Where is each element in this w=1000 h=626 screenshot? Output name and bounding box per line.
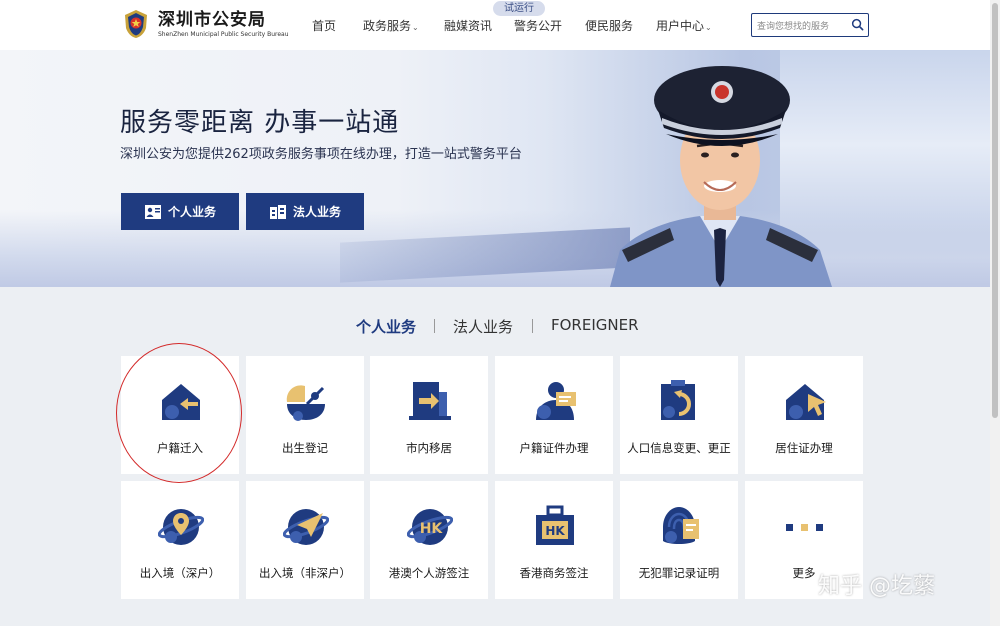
legal-business-button[interactable]: 法人业务 — [246, 193, 364, 230]
nav-user-center[interactable]: 用户中心⌄ — [656, 17, 712, 34]
service-label: 出生登记 — [282, 441, 328, 455]
service-label: 户籍迁入 — [157, 441, 203, 455]
person-card-icon — [536, 382, 576, 420]
logo-subtitle: ShenZhen Municipal Public Security Burea… — [158, 30, 289, 38]
service-card-birth-registration[interactable]: 出生登记 — [246, 356, 364, 474]
search-input[interactable] — [757, 16, 851, 38]
house-cursor-icon — [786, 384, 826, 420]
service-card-residence-permit[interactable]: 居住证办理 — [745, 356, 863, 474]
move-arrow-icon — [409, 382, 451, 420]
service-label: 居住证办理 — [775, 441, 833, 455]
search-box[interactable] — [751, 13, 869, 38]
service-card-city-relocation[interactable]: 市内移居 — [370, 356, 488, 474]
svg-text:HK: HK — [545, 524, 565, 538]
cradle-icon — [286, 385, 325, 421]
service-card-hk-business[interactable]: HK 香港商务签注 — [495, 481, 613, 599]
nav-convenience[interactable]: 便民服务 — [585, 17, 633, 34]
scrollbar-thumb[interactable] — [992, 3, 998, 418]
nav-media-news[interactable]: 融媒资讯 — [444, 17, 492, 34]
banner-subtitle: 深圳公安为您提供262项政务服务事项在线办理，打造一站式警务平台 — [120, 147, 522, 162]
personal-business-label: 个人业务 — [167, 205, 216, 219]
logo-title: 深圳市公安局 — [158, 9, 266, 30]
service-card-info-change[interactable]: 人口信息变更、更正 — [620, 356, 738, 474]
service-label: 户籍证件办理 — [519, 441, 589, 455]
legal-business-label: 法人业务 — [292, 205, 341, 219]
nav-home[interactable]: 首页 — [312, 17, 336, 34]
info-change-icon — [661, 380, 695, 420]
watermark-text: 知乎 @圪蘩 — [818, 574, 935, 599]
service-card-hukou-documents[interactable]: 户籍证件办理 — [495, 356, 613, 474]
id-card-icon — [144, 204, 161, 219]
service-label: 港澳个人游签注 — [388, 566, 470, 580]
building-icon — [269, 204, 286, 219]
globe-pin-icon — [158, 509, 204, 545]
nav-police-affairs[interactable]: 警务公开 — [514, 17, 562, 34]
search-icon[interactable] — [851, 18, 864, 31]
service-card-exit-entry-nonlocal[interactable]: 出入境（非深户） — [246, 481, 364, 599]
service-card-no-criminal-record[interactable]: 无犯罪记录证明 — [620, 481, 738, 599]
service-label: 人口信息变更、更正 — [627, 441, 731, 455]
police-officer-image — [610, 66, 832, 287]
beta-badge: 试运行 — [493, 1, 545, 16]
service-label: 出入境（非深户） — [259, 566, 351, 580]
service-card-hukou-in[interactable]: 户籍迁入 — [121, 356, 239, 474]
house-arrow-icon — [162, 384, 200, 420]
more-dots-icon — [786, 524, 823, 531]
service-label: 出入境（深户） — [139, 566, 221, 580]
service-card-hk-macau-tour[interactable]: HK 港澳个人游签注 — [370, 481, 488, 599]
nav-gov-services[interactable]: 政务服务⌄ — [363, 17, 419, 34]
tab-divider — [434, 319, 435, 333]
tab-divider — [532, 319, 533, 333]
site-header: 深圳市公安局 ShenZhen Municipal Public Securit… — [0, 0, 990, 50]
briefcase-hk-icon: HK — [536, 505, 574, 545]
svg-text:HK: HK — [420, 521, 444, 537]
banner-title: 服务零距离 办事一站通 — [120, 108, 400, 138]
tab-foreigner[interactable]: FOREIGNER — [551, 316, 639, 334]
tab-personal[interactable]: 个人业务 — [356, 316, 416, 337]
page-scrollbar[interactable] — [990, 0, 1000, 626]
tab-legal[interactable]: 法人业务 — [453, 316, 513, 337]
personal-business-button[interactable]: 个人业务 — [121, 193, 239, 230]
service-label: 无犯罪记录证明 — [638, 566, 720, 580]
site-logo[interactable]: 深圳市公安局 ShenZhen Municipal Public Securit… — [120, 8, 289, 40]
service-tabs: 个人业务 法人业务 FOREIGNER — [0, 316, 990, 336]
chevron-down-icon: ⌄ — [412, 23, 419, 32]
fingerprint-doc-icon — [663, 507, 699, 544]
service-card-exit-entry-local[interactable]: 出入境（深户） — [121, 481, 239, 599]
service-label: 香港商务签注 — [519, 566, 589, 580]
globe-plane-icon — [283, 509, 329, 545]
globe-hk-icon: HK — [407, 509, 453, 545]
hero-banner: 服务零距离 办事一站通 深圳公安为您提供262项政务服务事项在线办理，打造一站式… — [0, 50, 990, 287]
police-emblem-icon — [125, 10, 147, 38]
chevron-down-icon: ⌄ — [705, 23, 712, 32]
service-label: 市内移居 — [406, 441, 452, 455]
